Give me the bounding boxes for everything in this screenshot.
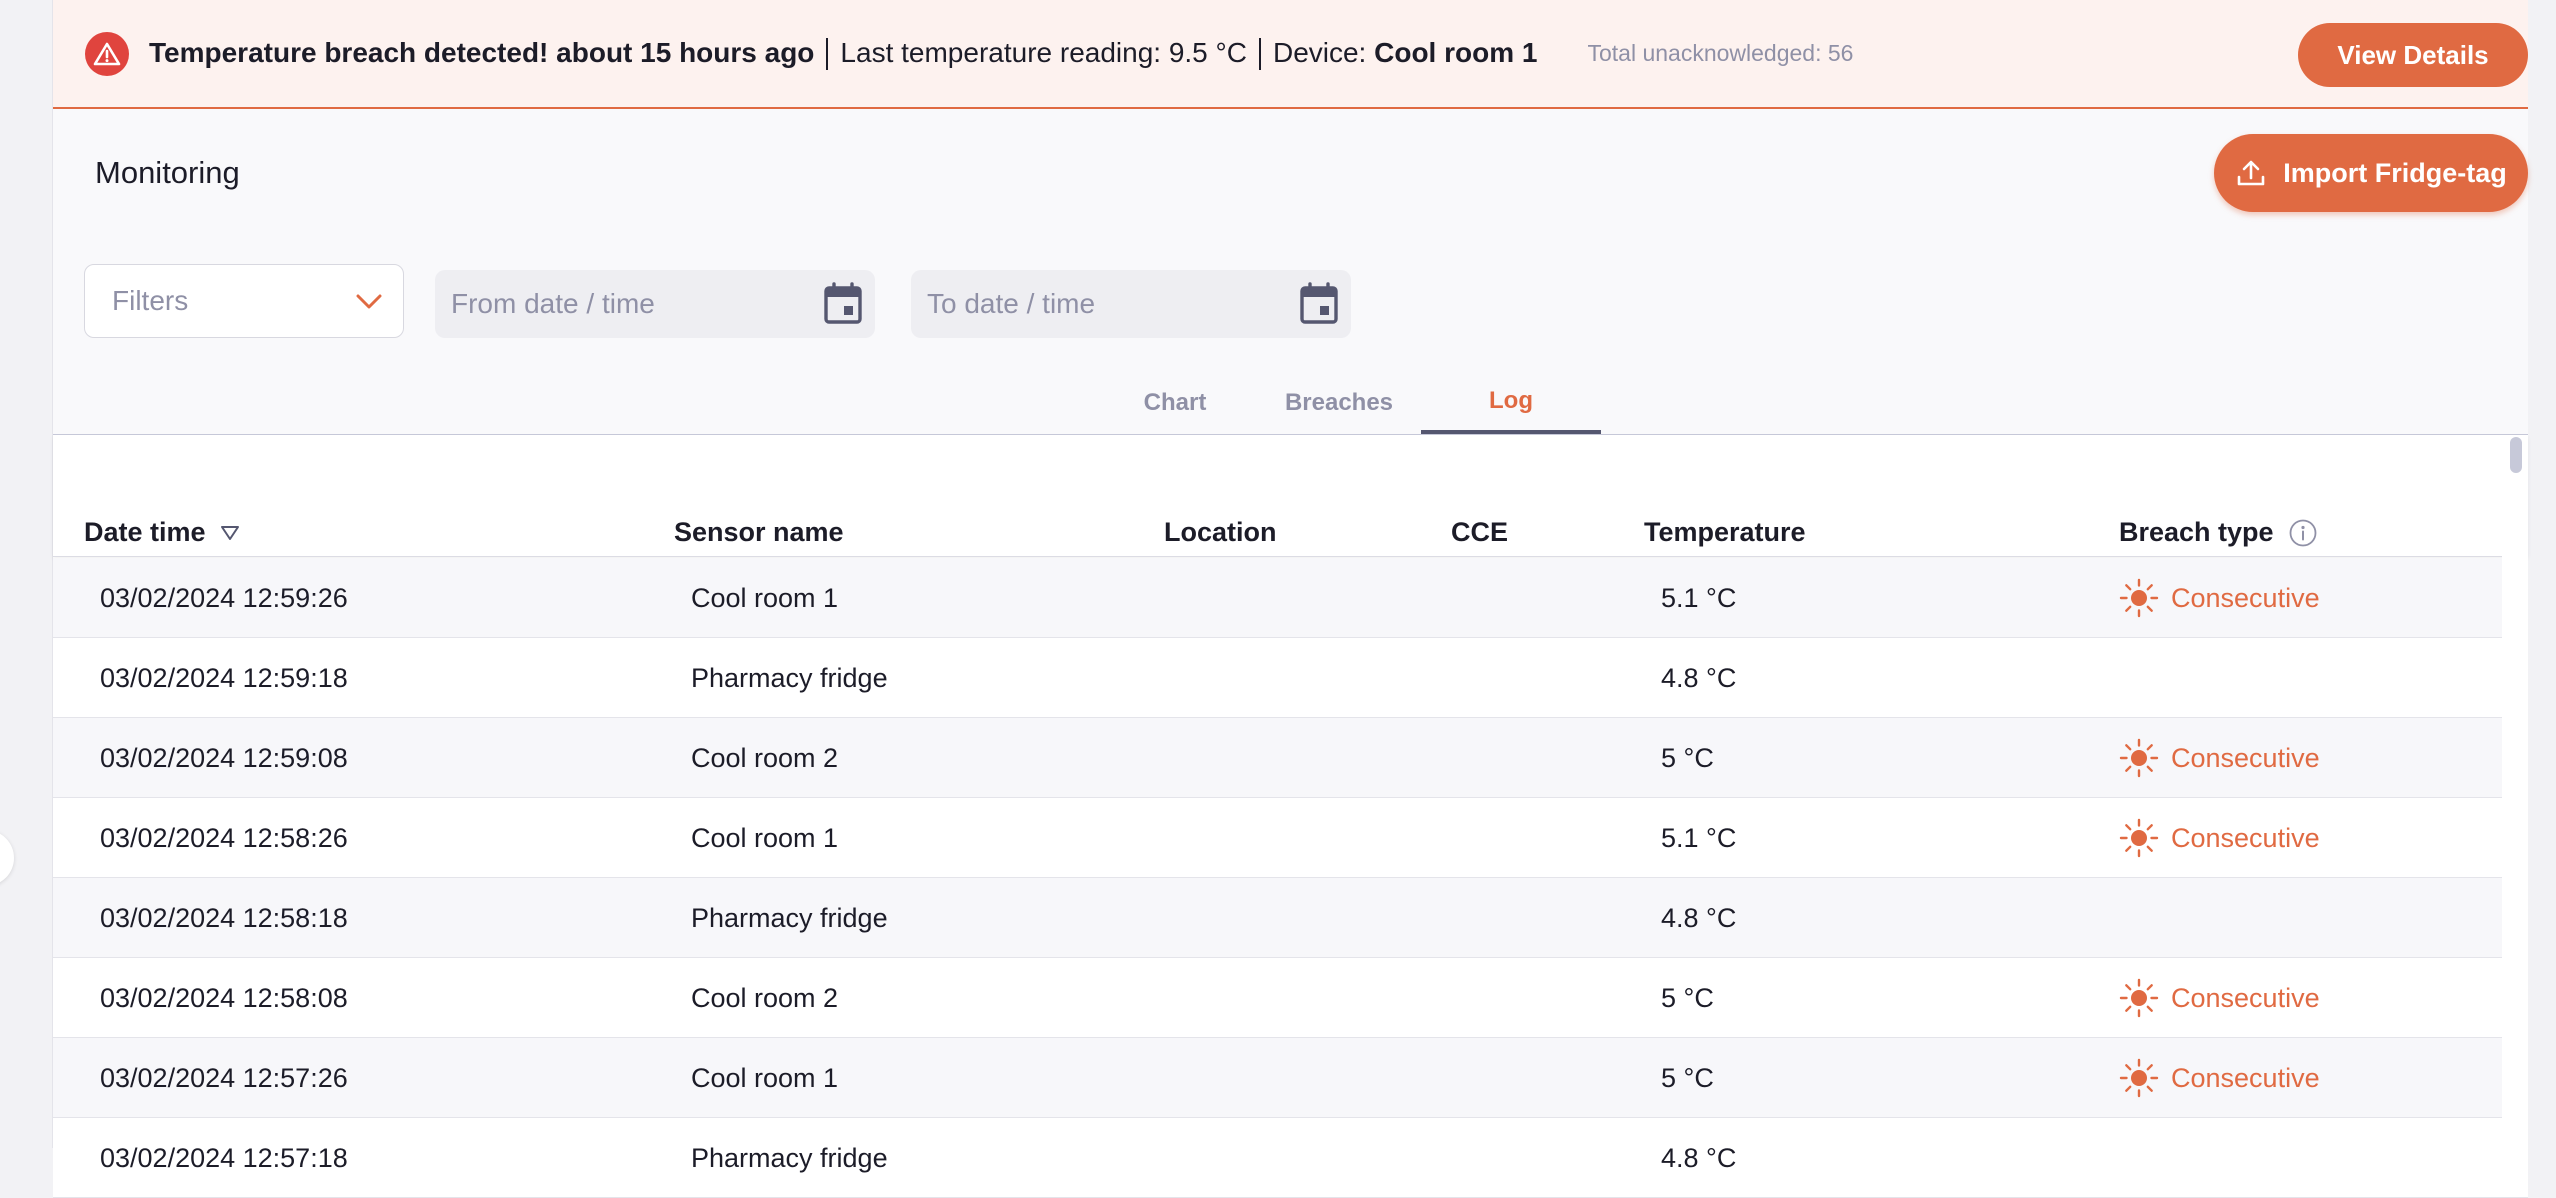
- to-date-input[interactable]: To date / time: [911, 270, 1351, 338]
- table-header: Date time Sensor name Location CCE Tempe…: [53, 435, 2528, 557]
- alert-device-label: Device:: [1272, 36, 1367, 68]
- cell-sensor-name: Cool room 1: [691, 1062, 839, 1093]
- sun-icon: [2119, 818, 2159, 858]
- upload-icon: [2237, 160, 2265, 186]
- table-row[interactable]: 03/02/2024 12:58:26 Cool room 1 5.1 °C Cons…: [53, 798, 2528, 878]
- view-details-button[interactable]: View Details: [2298, 23, 2528, 87]
- import-button-label: Import Fridge-tag: [2283, 157, 2507, 188]
- sun-icon: [2119, 578, 2159, 618]
- filters-placeholder: Filters: [112, 285, 189, 316]
- calendar-icon[interactable]: [823, 282, 863, 326]
- from-date-placeholder: From date / time: [451, 288, 655, 319]
- calendar-icon[interactable]: [1299, 282, 1339, 326]
- column-header-cce[interactable]: CCE: [1451, 517, 1508, 548]
- tab-chart[interactable]: Chart: [1093, 372, 1257, 434]
- filters-dropdown[interactable]: Filters: [84, 264, 404, 338]
- alert-separator: [1258, 38, 1261, 71]
- column-header-breach-type[interactable]: Breach type: [2119, 517, 2318, 548]
- table-row[interactable]: 03/02/2024 12:57:18 Pharmacy fridge 4.8 °C: [53, 1118, 2528, 1198]
- cell-breach-type: Consecutive: [2119, 718, 2320, 798]
- table-row[interactable]: 03/02/2024 12:58:08 Cool room 2 5 °C Consec…: [53, 958, 2528, 1038]
- page-title: Monitoring: [95, 155, 240, 190]
- breach-type-label: Consecutive: [2171, 742, 2320, 773]
- alert-message: Temperature breach detected! about 15 ho…: [149, 37, 1537, 71]
- breach-type-label: Consecutive: [2171, 1062, 2320, 1093]
- warning-triangle-icon: [85, 31, 129, 76]
- cell-date-time: 03/02/2024 12:58:08: [100, 982, 348, 1013]
- cell-temperature: 4.8 °C: [1661, 902, 1737, 933]
- column-header-label: Sensor name: [674, 517, 844, 547]
- import-fridge-tag-button[interactable]: Import Fridge-tag: [2214, 134, 2528, 212]
- cell-temperature: 5.1 °C: [1661, 822, 1737, 853]
- cell-temperature: 5 °C: [1661, 742, 1714, 773]
- cell-date-time: 03/02/2024 12:58:18: [100, 902, 348, 933]
- column-header-sensor-name[interactable]: Sensor name: [674, 517, 844, 548]
- cell-breach-type: Consecutive: [2119, 798, 2320, 878]
- cell-sensor-name: Cool room 2: [691, 982, 839, 1013]
- from-date-input[interactable]: From date / time: [435, 270, 875, 338]
- cell-temperature: 4.8 °C: [1661, 1142, 1737, 1173]
- info-icon[interactable]: [2288, 518, 2318, 548]
- sort-descending-icon[interactable]: [220, 524, 240, 542]
- table-row[interactable]: 03/02/2024 12:59:08 Cool room 2 5 °C Consec…: [53, 718, 2528, 798]
- breach-type-label: Consecutive: [2171, 582, 2320, 613]
- cell-sensor-name: Pharmacy fridge: [691, 902, 888, 933]
- cell-sensor-name: Pharmacy fridge: [691, 662, 888, 693]
- cell-breach-type: Consecutive: [2119, 558, 2320, 638]
- cell-date-time: 03/02/2024 12:57:18: [100, 1142, 348, 1173]
- column-header-date-time[interactable]: Date time: [84, 517, 240, 548]
- cell-temperature: 5.1 °C: [1661, 582, 1737, 613]
- table-row[interactable]: 03/02/2024 12:58:18 Pharmacy fridge 4.8 °C: [53, 878, 2528, 958]
- cell-date-time: 03/02/2024 12:58:26: [100, 822, 348, 853]
- cell-temperature: 5 °C: [1661, 982, 1714, 1013]
- cell-temperature: 4.8 °C: [1661, 662, 1737, 693]
- column-header-label: CCE: [1451, 517, 1509, 547]
- left-sidebar: [0, 0, 53, 1148]
- column-header-location[interactable]: Location: [1164, 517, 1277, 548]
- tab-breaches[interactable]: Breaches: [1257, 372, 1421, 434]
- view-tabs: Chart Breaches Log: [1093, 372, 1601, 434]
- table-scrollbar[interactable]: [2502, 435, 2528, 1148]
- cell-temperature: 5 °C: [1661, 1062, 1714, 1093]
- table-row[interactable]: 03/02/2024 12:57:26 Cool room 1 5 °C Consec…: [53, 1038, 2528, 1118]
- breach-alert-banner: Temperature breach detected! about 15 ho…: [53, 0, 2528, 109]
- scrollbar-thumb[interactable]: [2510, 437, 2522, 473]
- alert-separator: [826, 38, 829, 71]
- column-header-label: Temperature: [1644, 517, 1806, 547]
- cell-date-time: 03/02/2024 12:59:18: [100, 662, 348, 693]
- cell-sensor-name: Cool room 1: [691, 582, 839, 613]
- main-content: Temperature breach detected! about 15 ho…: [53, 0, 2528, 1198]
- cell-sensor-name: Cool room 2: [691, 742, 839, 773]
- cell-sensor-name: Cool room 1: [691, 822, 839, 853]
- tab-log[interactable]: Log: [1421, 372, 1601, 434]
- sun-icon: [2119, 1058, 2159, 1098]
- sun-icon: [2119, 738, 2159, 778]
- column-header-label: Breach type: [2119, 517, 2274, 547]
- cell-breach-type: Consecutive: [2119, 958, 2320, 1038]
- sun-icon: [2119, 978, 2159, 1018]
- cell-date-time: 03/02/2024 12:57:26: [100, 1062, 348, 1093]
- cell-sensor-name: Pharmacy fridge: [691, 1142, 888, 1173]
- cell-date-time: 03/02/2024 12:59:08: [100, 742, 348, 773]
- to-date-placeholder: To date / time: [927, 288, 1096, 319]
- column-header-temperature[interactable]: Temperature: [1644, 517, 1806, 548]
- unacknowledged-count: Total unacknowledged: 56: [1587, 40, 1854, 66]
- breach-type-label: Consecutive: [2171, 982, 2320, 1013]
- log-table: Date time Sensor name Location CCE Tempe…: [53, 435, 2528, 1198]
- column-header-label: Date time: [84, 517, 206, 547]
- alert-title: Temperature breach detected! about 15 ho…: [149, 36, 815, 68]
- breach-type-label: Consecutive: [2171, 822, 2320, 853]
- table-row[interactable]: 03/02/2024 12:59:26 Cool room 1 5.1 °C Cons…: [53, 558, 2528, 638]
- cell-date-time: 03/02/2024 12:59:26: [100, 582, 348, 613]
- alert-device-name: Cool room 1: [1374, 36, 1538, 68]
- column-header-label: Location: [1164, 517, 1277, 547]
- chevron-down-icon: [356, 294, 382, 309]
- alert-reading: Last temperature reading: 9.5 °C: [840, 36, 1247, 68]
- table-row[interactable]: 03/02/2024 12:59:18 Pharmacy fridge 4.8 °C: [53, 638, 2528, 718]
- cell-breach-type: Consecutive: [2119, 1038, 2320, 1118]
